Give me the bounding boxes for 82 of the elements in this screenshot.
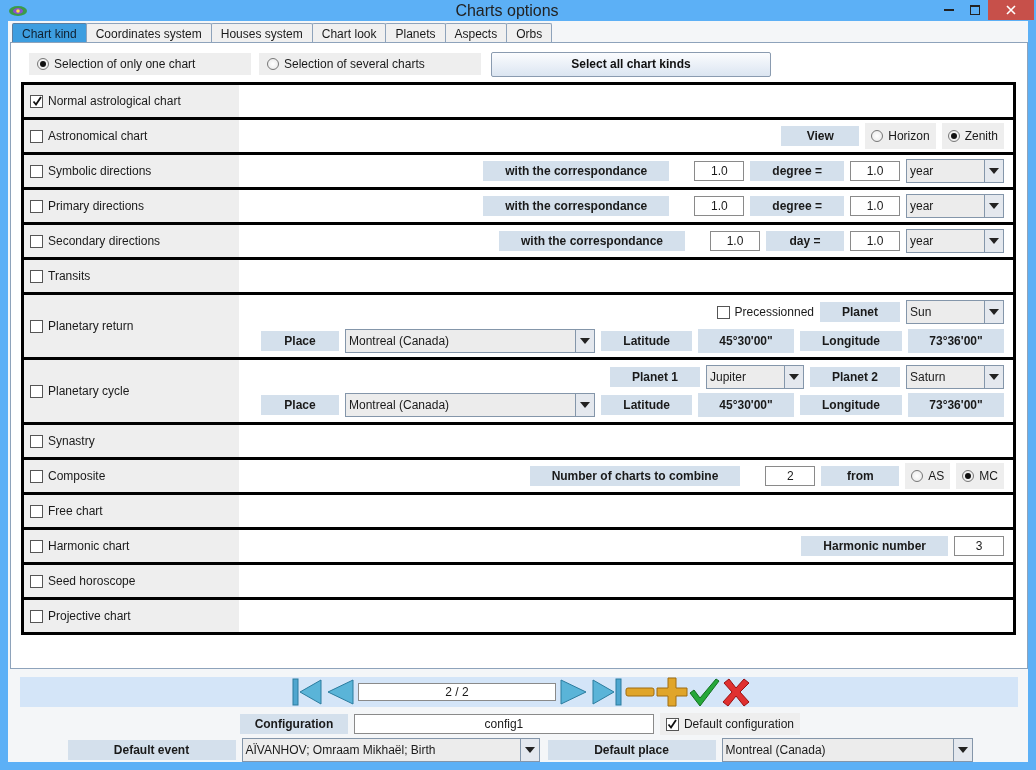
- input-field[interactable]: 1.0: [850, 196, 900, 216]
- field-label: Place: [261, 395, 339, 415]
- input-field[interactable]: config1: [353, 714, 654, 734]
- caret-icon: [957, 747, 968, 753]
- radio-button[interactable]: Zenith: [941, 123, 1004, 149]
- radio-button[interactable]: Horizon: [865, 123, 936, 149]
- dropdown[interactable]: year: [906, 229, 1004, 253]
- caret-icon: [580, 402, 591, 408]
- caret-icon: [580, 338, 591, 344]
- coordinate-value: 45°30'00": [698, 329, 794, 353]
- dropdown[interactable]: Sun: [906, 300, 1004, 324]
- caret-icon: [989, 309, 999, 315]
- caret-icon: [989, 238, 999, 244]
- window-title: Charts options: [454, 1, 560, 20]
- caret-icon: [788, 374, 799, 380]
- check-mark-icon: [667, 719, 678, 729]
- field-label: Configuration: [239, 714, 348, 734]
- dropdown[interactable]: year: [906, 194, 1004, 218]
- checkbox[interactable]: Default configuration: [659, 713, 801, 735]
- radio-button[interactable]: Selection of only one chart: [29, 53, 251, 75]
- tab[interactable]: Coordinates system: [85, 23, 212, 43]
- plus-icon[interactable]: [656, 677, 688, 707]
- dropdown[interactable]: AÏVANHOV; Omraam Mikhaël; Birth: [241, 738, 540, 762]
- tab[interactable]: Houses system: [210, 23, 313, 43]
- dropdown[interactable]: Saturn: [906, 365, 1004, 389]
- cross-icon[interactable]: [720, 677, 752, 707]
- caret-icon: [989, 374, 999, 380]
- input-field[interactable]: 1.0: [710, 231, 760, 251]
- caret-icon: [989, 168, 999, 174]
- input-field[interactable]: 1.0: [694, 196, 745, 216]
- first-page-icon[interactable]: [290, 677, 324, 707]
- field-label: Planet 1: [609, 367, 700, 387]
- field-label: View: [781, 126, 860, 146]
- field-label: day =: [766, 231, 844, 251]
- field-label: with the correspondance: [483, 161, 670, 181]
- input-field[interactable]: 1.0: [694, 161, 745, 181]
- check-mark-icon: [31, 96, 42, 106]
- field-label: Number of charts to combine: [529, 466, 741, 486]
- radio-button[interactable]: AS: [905, 463, 951, 489]
- input-field[interactable]: 3: [954, 536, 1004, 556]
- input-field[interactable]: 1.0: [850, 161, 900, 181]
- last-page-icon[interactable]: [590, 677, 624, 707]
- field-label: Harmonic number: [801, 536, 948, 556]
- checkbox[interactable]: Precessionned: [716, 299, 814, 325]
- checkmark-icon[interactable]: [688, 677, 720, 707]
- caret-icon: [524, 747, 535, 753]
- checkbox[interactable]: Planetary cycle: [30, 378, 130, 404]
- tab[interactable]: Aspects: [444, 23, 508, 43]
- input-field[interactable]: 1.0: [850, 231, 900, 251]
- field-label: with the correspondance: [483, 196, 670, 216]
- field-label: Latitude: [601, 331, 692, 351]
- field-label: Latitude: [601, 395, 692, 415]
- field-label: Planet: [820, 302, 900, 322]
- page-field[interactable]: 2 / 2: [358, 683, 556, 701]
- radio-button[interactable]: Selection of several charts: [259, 53, 481, 75]
- dropdown[interactable]: year: [906, 159, 1004, 183]
- dropdown[interactable]: Jupiter: [705, 365, 804, 389]
- field-label: Default event: [67, 740, 236, 760]
- field-label: Longitude: [800, 331, 902, 351]
- app-icon: [8, 4, 28, 17]
- radio-button[interactable]: MC: [956, 463, 1004, 489]
- input-field[interactable]: 2: [765, 466, 816, 486]
- field-label: degree =: [750, 161, 844, 181]
- tab[interactable]: Orbs: [506, 23, 553, 43]
- dropdown[interactable]: Montreal (Canada): [345, 393, 596, 417]
- tab[interactable]: Planets: [385, 23, 446, 43]
- coordinate-value: 73°36'00": [908, 393, 1004, 417]
- field-label: from: [821, 466, 900, 486]
- caret-icon: [989, 203, 999, 209]
- dropdown[interactable]: Montreal (Canada): [721, 738, 973, 762]
- field-label: Default place: [547, 740, 716, 760]
- field-label: degree =: [750, 196, 844, 216]
- field-label: Place: [261, 331, 339, 351]
- field-label: Planet 2: [809, 367, 900, 387]
- select-all-button[interactable]: Select all chart kinds: [491, 51, 771, 77]
- field-label: with the correspondance: [498, 231, 685, 251]
- field-label: Longitude: [800, 395, 902, 415]
- coordinate-value: 45°30'00": [698, 393, 794, 417]
- tab[interactable]: Chart look: [311, 23, 387, 43]
- coordinate-value: 73°36'00": [908, 329, 1004, 353]
- dropdown[interactable]: Montreal (Canada): [345, 329, 596, 353]
- tab[interactable]: Chart kind: [12, 23, 87, 43]
